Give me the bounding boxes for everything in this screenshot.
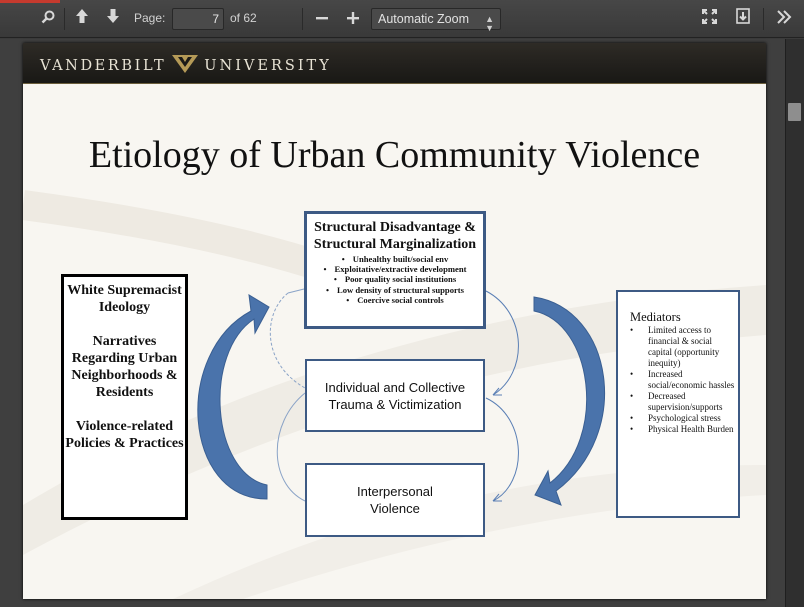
- trauma-box: Individual and Collective Trauma & Victi…: [305, 359, 485, 432]
- narratives-text: Narratives Regarding Urban Neighborhoods…: [71, 334, 178, 400]
- interpersonal-text: Interpersonal Violence: [357, 484, 433, 516]
- university-wordmark: VANDERBILT UNIVERSITY: [40, 55, 332, 74]
- structural-list: Unhealthy built/social env Exploitative/…: [307, 254, 483, 305]
- list-item: Unhealthy built/social env: [307, 254, 483, 264]
- list-item: Psychological stress: [630, 413, 738, 424]
- page-total: of 62: [230, 11, 257, 25]
- list-item: Coercive social controls: [307, 295, 483, 305]
- list-item: Physical Health Burden: [630, 424, 738, 435]
- vanderbilt-v-logo-icon: [172, 55, 199, 73]
- page-label: Page:: [134, 11, 166, 25]
- scrollbar-thumb[interactable]: [788, 103, 801, 121]
- mediators-box: Mediators Limited access to financial & …: [616, 290, 740, 518]
- mediators-title: Mediators: [630, 310, 681, 324]
- search-icon[interactable]: [36, 8, 60, 30]
- banner-left-text: VANDERBILT: [40, 58, 167, 74]
- list-item: Low density of structural supports: [307, 285, 483, 295]
- list-item: Poor quality social institutions: [307, 274, 483, 284]
- vertical-scrollbar[interactable]: [785, 39, 804, 607]
- plus-icon[interactable]: [341, 8, 365, 30]
- pdf-toolbar: Page: 7 of 62 Automatic Zoom ▲ ▼: [0, 0, 804, 38]
- zoom-select[interactable]: Automatic Zoom ▲ ▼: [371, 8, 501, 33]
- fullscreen-icon[interactable]: [697, 8, 721, 30]
- trauma-text: Individual and Collective Trauma & Victi…: [324, 379, 466, 412]
- ideology-box: White Supremacist Ideology Narratives Re…: [61, 274, 188, 520]
- page-number-input[interactable]: 7: [172, 8, 224, 30]
- zoom-value: Automatic Zoom: [378, 12, 470, 26]
- banner-right-text: UNIVERSITY: [204, 58, 332, 74]
- list-item: Decreased supervision/supports: [630, 391, 738, 413]
- toolbar-separator: [302, 8, 303, 30]
- toolbar-separator: [763, 8, 764, 30]
- double-chevron-right-icon[interactable]: [772, 8, 796, 30]
- list-item: Exploitative/extractive development: [307, 264, 483, 274]
- slide-title: Etiology of Urban Community Violence: [88, 134, 701, 176]
- list-item: Increased social/economic hassles: [630, 369, 738, 391]
- policies-text: Violence-related Policies & Practices: [65, 419, 184, 451]
- list-item: Limited access to financial & social cap…: [630, 325, 738, 369]
- page-number-value: 7: [212, 12, 219, 26]
- structural-box-title: Structural Disadvantage & Structural Mar…: [313, 220, 477, 252]
- ideology-text: White Supremacist Ideology: [67, 283, 182, 315]
- download-icon[interactable]: [731, 8, 755, 30]
- tab-accent-bar: [0, 0, 60, 3]
- arrow-up-icon[interactable]: [70, 8, 94, 30]
- arrow-down-icon[interactable]: [101, 8, 125, 30]
- structural-disadvantage-box: Structural Disadvantage & Structural Mar…: [304, 211, 486, 329]
- slide-page: VANDERBILT UNIVERSITY Etiology of Urban C…: [23, 43, 766, 599]
- mediators-list: Limited access to financial & social cap…: [630, 325, 738, 435]
- interpersonal-violence-box: Interpersonal Violence: [305, 463, 485, 537]
- minus-icon[interactable]: [310, 8, 334, 30]
- university-banner: VANDERBILT UNIVERSITY: [23, 43, 766, 84]
- toolbar-separator: [64, 8, 65, 30]
